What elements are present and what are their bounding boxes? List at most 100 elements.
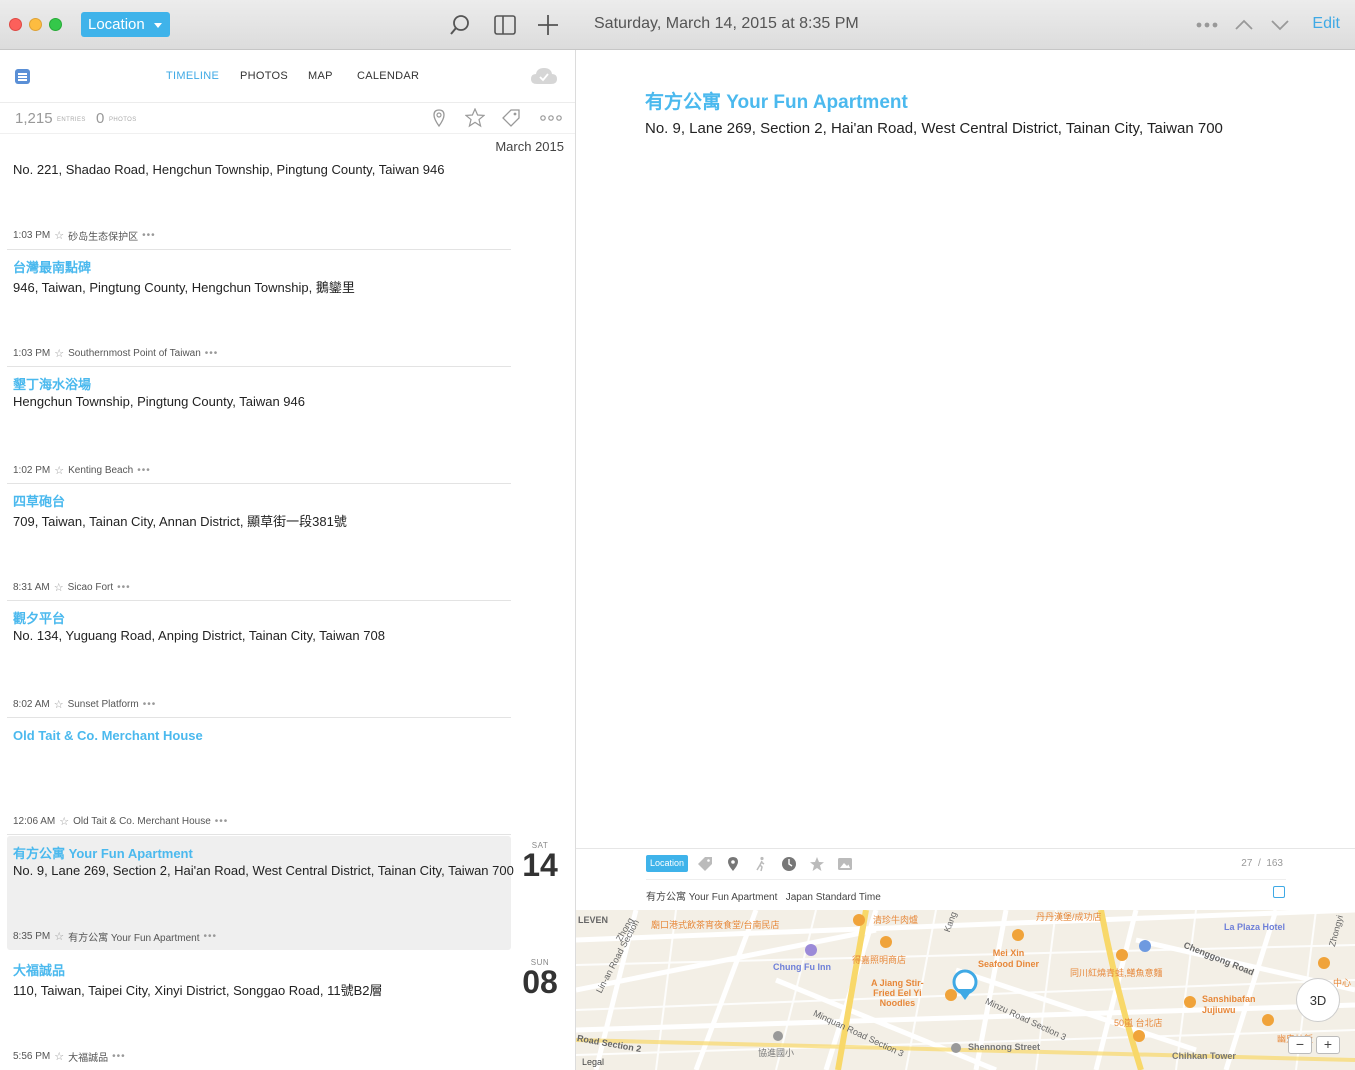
chevron-down-icon [154, 23, 162, 28]
divider [646, 879, 1286, 880]
search-icon[interactable] [448, 13, 472, 37]
entry-place: Southernmost Point of Taiwan [68, 348, 201, 359]
map-label: Sanshibafan Jujiuwu [1202, 994, 1256, 1015]
map-3d-button[interactable]: 3D [1296, 978, 1340, 1022]
entry-place: Kenting Beach [68, 465, 134, 476]
more-icon[interactable]: ••• [205, 348, 219, 359]
tab-timeline[interactable]: TIMELINE [166, 70, 219, 82]
entry-date-title: Saturday, March 14, 2015 at 8:35 PM [594, 15, 859, 32]
entry-title: 墾丁海水浴場 [13, 377, 92, 392]
timeline-entry-selected[interactable]: 有方公寓 Your Fun Apartment No. 9, Lane 269,… [7, 836, 514, 950]
more-icon[interactable]: ••• [137, 465, 151, 476]
star-icon[interactable]: ☆ [54, 698, 64, 711]
counter-separator: / [1257, 858, 1261, 869]
map-label: 得嘉照明商店 [852, 955, 907, 965]
map-label: La Plaza Hotel [1224, 922, 1286, 932]
edit-button[interactable]: Edit [1312, 15, 1340, 33]
calendar-icon[interactable] [1273, 886, 1285, 898]
map-label: 丹丹漢堡/成功店 [1036, 912, 1102, 922]
entry-meta: 12:06 AM ☆ Old Tait & Co. Merchant House… [13, 815, 228, 828]
entry-title: 台灣最南點碑 [13, 260, 92, 275]
more-options-icon[interactable] [1195, 13, 1219, 37]
map-view[interactable]: LEVEN Lin-an Road Section 廟口港式飲茶宵夜食堂/台南民… [576, 910, 1355, 1070]
entry-time: 1:03 PM [13, 348, 51, 359]
close-window-button[interactable] [9, 18, 22, 31]
location-filter-dropdown[interactable]: Location [81, 12, 170, 37]
tag-filter-icon[interactable] [501, 108, 521, 128]
entry-title: 有方公寓 Your Fun Apartment [13, 846, 193, 861]
entry-detail-title[interactable]: 有方公寓 Your Fun Apartment [645, 87, 908, 114]
clock-icon[interactable] [781, 856, 797, 872]
zoom-in-button[interactable]: + [1316, 1036, 1340, 1054]
timeline-entry[interactable]: No. 221, Shadao Road, Hengchun Township,… [7, 132, 511, 250]
timeline-entry[interactable]: Old Tait & Co. Merchant House 12:06 AM ☆… [7, 718, 511, 835]
location-pin-icon[interactable] [725, 856, 741, 872]
map-label: A Jiang Stir- Fried Eel Yi Noodles [871, 978, 924, 1008]
map-legal-link[interactable]: Legal [582, 1057, 604, 1067]
star-icon[interactable]: ☆ [59, 815, 69, 828]
more-icon[interactable]: ••• [117, 582, 131, 593]
entry-title: 大福誠品 [13, 963, 66, 978]
map-label: LEVEN [578, 915, 609, 925]
map-label: 同川紅燒青蛙,鱔魚意麵 [1070, 968, 1163, 978]
star-filter-icon[interactable] [465, 108, 485, 128]
tag-icon[interactable] [697, 856, 713, 872]
timeline-entry[interactable]: 台灣最南點碑 946, Taiwan, Pingtung County, Hen… [7, 250, 511, 367]
zoom-window-button[interactable] [49, 18, 62, 31]
more-icon[interactable]: ••• [143, 699, 157, 710]
location-filter-icon[interactable] [429, 108, 449, 128]
day-marker: SAT 14 [515, 841, 565, 881]
add-entry-icon[interactable] [536, 13, 560, 37]
sidebar-toggle-icon[interactable] [493, 13, 517, 37]
entry-meta: 1:02 PM ☆ Kenting Beach ••• [13, 464, 151, 477]
star-icon[interactable]: ☆ [54, 464, 64, 477]
timeline-entry[interactable]: 墾丁海水浴場 Hengchun Township, Pingtung Count… [7, 367, 511, 484]
entry-place: Sicao Fort [67, 582, 114, 593]
entry-place: 大福誠品 [68, 1053, 109, 1064]
map-label: Chihkan Tower [1172, 1051, 1236, 1061]
entry-address: 709, Taiwan, Tainan City, Annan District… [13, 514, 347, 529]
star-icon[interactable]: ☆ [54, 581, 64, 594]
photos-count: 0 [96, 110, 105, 127]
tab-photos[interactable]: PHOTOS [240, 70, 288, 82]
entry-time: 12:06 AM [13, 816, 56, 827]
entry-detail-pane: 有方公寓 Your Fun Apartment No. 9, Lane 269,… [576, 50, 1355, 1070]
entry-meta: 8:02 AM ☆ Sunset Platform ••• [13, 698, 156, 711]
star-icon[interactable]: ☆ [54, 347, 64, 360]
star-icon[interactable]: ☆ [54, 229, 64, 242]
activity-walking-icon[interactable] [753, 856, 769, 872]
entry-time: 5:56 PM [13, 1051, 51, 1062]
star-icon[interactable]: ☆ [54, 1050, 64, 1063]
tab-map[interactable]: MAP [308, 70, 333, 82]
star-icon[interactable]: ☆ [54, 930, 64, 943]
map-label: Mei Xin Seafood Diner [978, 948, 1040, 969]
more-icon[interactable]: ••• [203, 931, 217, 942]
more-icon[interactable]: ••• [142, 230, 156, 241]
entries-count: 1,215 [15, 110, 53, 127]
star-icon[interactable] [809, 856, 825, 872]
more-filters-icon[interactable] [539, 108, 563, 128]
entry-time: 8:31 AM [13, 582, 50, 593]
timeline-entry[interactable]: 大福誠品 110, Taiwan, Taipei City, Xinyi Dis… [7, 953, 511, 1070]
divider [0, 102, 575, 103]
zoom-out-button[interactable]: − [1288, 1036, 1312, 1054]
journal-list-icon[interactable] [15, 69, 30, 84]
map-label: 50嵐 台北店 [1114, 1018, 1163, 1028]
chevron-up-icon[interactable] [1232, 13, 1256, 37]
tab-calendar[interactable]: CALENDAR [357, 70, 419, 82]
entry-detail-address[interactable]: No. 9, Lane 269, Section 2, Hai'an Road,… [645, 120, 1223, 137]
cloud-sync-icon[interactable] [530, 66, 558, 86]
more-icon[interactable]: ••• [112, 1051, 126, 1062]
more-icon[interactable]: ••• [215, 816, 229, 827]
counter-current: 27 [1241, 858, 1253, 869]
minimize-window-button[interactable] [29, 18, 42, 31]
entry-title: 觀夕平台 [13, 611, 66, 626]
entry-time: 1:03 PM [13, 230, 51, 241]
chevron-down-icon[interactable] [1268, 13, 1292, 37]
photo-icon[interactable] [837, 856, 853, 872]
entry-title: 四草砲台 [13, 494, 66, 509]
timeline-entry[interactable]: 四草砲台 709, Taiwan, Tainan City, Annan Dis… [7, 484, 511, 601]
location-tag[interactable]: Location [646, 855, 689, 872]
timeline-entry[interactable]: 觀夕平台 No. 134, Yuguang Road, Anping Distr… [7, 601, 511, 718]
map-label: 協進國小 [758, 1048, 795, 1058]
